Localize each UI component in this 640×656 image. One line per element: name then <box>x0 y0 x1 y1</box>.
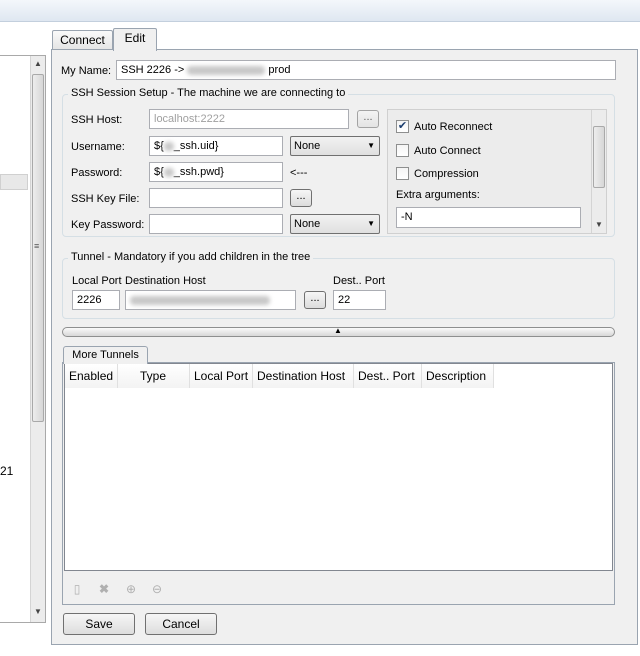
password-suffix: _ssh.pwd} <box>173 166 224 178</box>
compression-label: Compression <box>414 168 479 180</box>
options-box: ✔ Auto Reconnect Auto Connect Compressio… <box>387 109 607 234</box>
username-combo-value: None <box>294 140 321 152</box>
column-header-destination-host[interactable]: Destination Host <box>253 364 354 388</box>
auto-connect-label: Auto Connect <box>414 145 481 157</box>
grip-icon: ≡ <box>34 241 40 251</box>
username-combo[interactable]: None ▼ <box>290 136 380 156</box>
scroll-up-icon[interactable]: ▲ <box>31 57 45 71</box>
ssh-host-label: SSH Host: <box>71 114 123 126</box>
column-header-description[interactable]: Description <box>422 364 494 388</box>
my-name-suffix: prod <box>268 64 291 76</box>
ssh-session-group: SSH Session Setup - The machine we are c… <box>62 87 615 237</box>
ssh-session-title: SSH Session Setup - The machine we are c… <box>68 87 349 99</box>
key-password-field[interactable] <box>149 214 283 234</box>
tunnel-group: Tunnel - Mandatory if you add children i… <box>62 251 615 319</box>
tunnel-title: Tunnel - Mandatory if you add children i… <box>68 251 314 263</box>
username-label: Username: <box>71 141 125 153</box>
scroll-down-icon[interactable]: ▼ <box>31 605 45 619</box>
local-port-field[interactable]: 2226 <box>72 290 120 310</box>
tree-panel[interactable]: 21 ▲ ≡ ▼ <box>0 55 46 623</box>
collapse-splitter[interactable]: ▲ <box>62 326 615 337</box>
key-password-label: Key Password: <box>71 219 145 231</box>
destination-host-field[interactable] <box>125 290 296 310</box>
options-scrollbar[interactable]: ▼ <box>591 110 606 233</box>
my-name-label: My Name: <box>61 65 112 77</box>
extra-arguments-label: Extra arguments: <box>396 189 480 201</box>
save-button[interactable]: Save <box>63 613 135 635</box>
cancel-button[interactable]: Cancel <box>145 613 217 635</box>
my-name-prefix: SSH 2226 -> <box>121 64 185 76</box>
new-tunnel-icon[interactable]: ▯ <box>70 582 84 596</box>
edit-panel: My Name: SSH 2226 -> prod SSH Session Se… <box>51 49 638 645</box>
tree-item-number: 21 <box>0 464 14 478</box>
scroll-down-icon[interactable]: ▼ <box>592 218 606 232</box>
ssh-key-file-label: SSH Key File: <box>71 193 140 205</box>
ssh-host-browse-button[interactable]: ... <box>357 110 379 128</box>
redacted-username <box>163 141 174 151</box>
delete-tunnel-icon[interactable]: ✖ <box>97 582 111 596</box>
move-up-icon[interactable]: ⊕ <box>124 582 138 596</box>
column-header-local-port[interactable]: Local Port <box>190 364 253 388</box>
username-prefix: ${ <box>154 140 164 152</box>
ssh-host-field[interactable]: localhost:2222 <box>149 109 349 129</box>
chevron-down-icon: ▼ <box>367 141 375 150</box>
key-password-combo-value: None <box>294 218 321 230</box>
column-header-enabled[interactable]: Enabled <box>65 364 118 388</box>
password-field[interactable]: ${ _ssh.pwd} <box>149 162 283 182</box>
auto-connect-checkbox[interactable] <box>396 144 409 157</box>
my-name-field[interactable]: SSH 2226 -> prod <box>116 60 616 80</box>
destination-browse-button[interactable]: ... <box>304 291 326 309</box>
tunnels-table[interactable]: Enabled Type Local Port Destination Host… <box>64 363 613 571</box>
dest-port-field[interactable]: 22 <box>333 290 386 310</box>
compression-checkbox[interactable] <box>396 167 409 180</box>
password-prefix: ${ <box>154 166 164 178</box>
extra-arguments-field[interactable]: -N <box>396 207 581 228</box>
local-port-label: Local Port <box>72 275 122 287</box>
key-file-browse-button[interactable]: ... <box>290 189 312 207</box>
key-password-combo[interactable]: None ▼ <box>290 214 380 234</box>
options-scroll-thumb[interactable] <box>593 126 605 188</box>
auto-reconnect-checkbox[interactable]: ✔ <box>396 120 409 133</box>
tree-scrollbar[interactable]: ▲ ≡ ▼ <box>30 56 45 622</box>
ssh-key-file-field[interactable] <box>149 188 283 208</box>
username-field[interactable]: ${ _ssh.uid} <box>149 136 283 156</box>
password-label: Password: <box>71 167 123 179</box>
window-top-strip <box>0 0 640 22</box>
redacted-password <box>163 167 174 177</box>
more-tunnels-panel: Enabled Type Local Port Destination Host… <box>62 362 615 605</box>
column-header-dest-port[interactable]: Dest.. Port <box>354 364 422 388</box>
redacted-destination <box>130 295 270 305</box>
destination-host-label: Destination Host <box>125 275 206 287</box>
auto-reconnect-label: Auto Reconnect <box>414 121 493 133</box>
column-header-type[interactable]: Type <box>118 364 190 388</box>
chevron-down-icon: ▼ <box>367 219 375 228</box>
dest-port-label: Dest.. Port <box>333 275 385 287</box>
username-suffix: _ssh.uid} <box>173 140 219 152</box>
tab-edit[interactable]: Edit <box>113 28 157 51</box>
move-down-icon[interactable]: ⊖ <box>150 582 164 596</box>
password-arrow-note: <--- <box>290 167 308 179</box>
tree-selected-item[interactable] <box>0 174 28 190</box>
tab-connect[interactable]: Connect <box>52 30 113 50</box>
redacted-host <box>187 65 266 75</box>
collapse-up-icon[interactable]: ▲ <box>334 326 342 335</box>
more-tunnels-tab[interactable]: More Tunnels <box>63 346 148 364</box>
